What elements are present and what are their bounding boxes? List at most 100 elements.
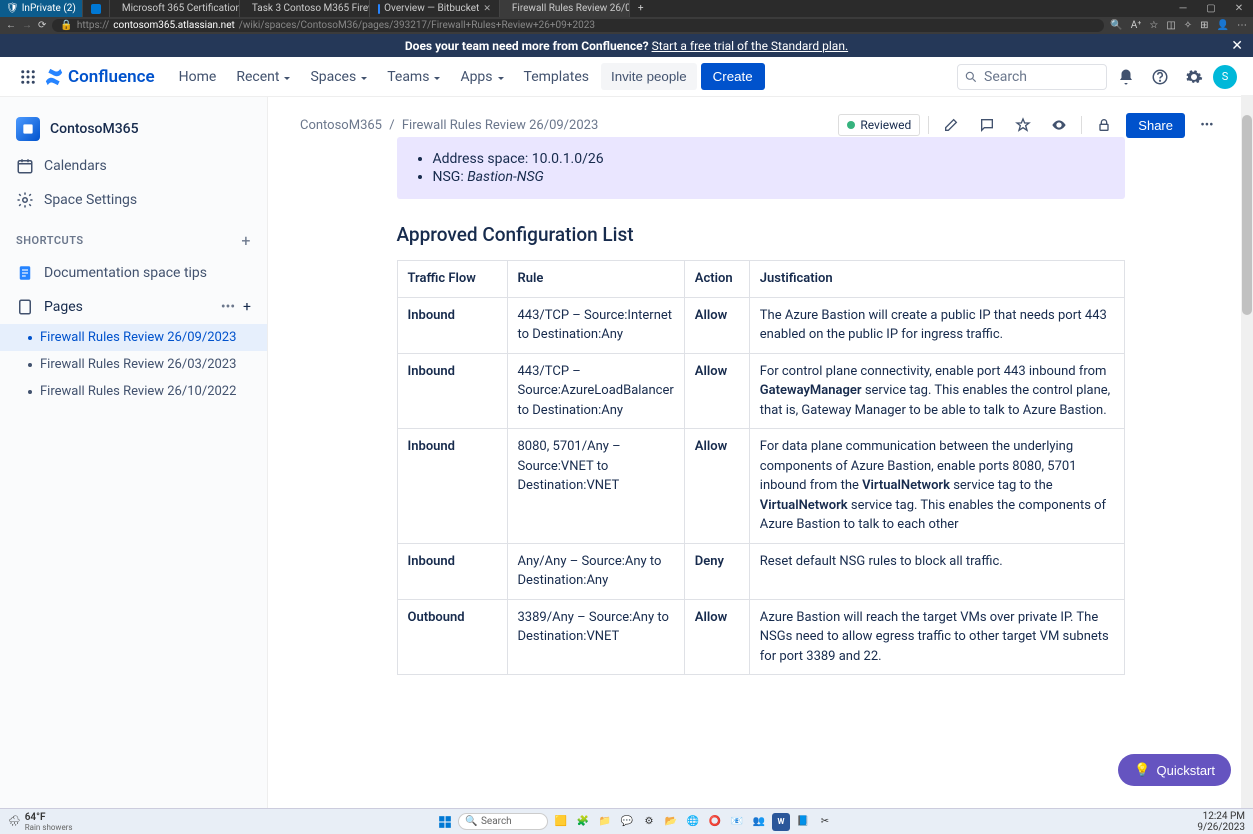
chevron-down-icon [359, 69, 367, 85]
taskbar-weather[interactable]: 🌧 64°F Rain showers [8, 812, 73, 832]
sidebar-calendars[interactable]: Calendars [0, 149, 267, 183]
taskbar-word-icon[interactable]: W [772, 813, 790, 831]
back-icon[interactable]: ← [6, 20, 16, 31]
search-input[interactable]: Search [957, 64, 1107, 90]
split-icon[interactable]: ◫ [1166, 20, 1175, 31]
cell-flow: Inbound [397, 429, 507, 544]
notifications-icon[interactable] [1111, 62, 1141, 92]
scrollbar-thumb[interactable] [1242, 115, 1252, 315]
nav-teams[interactable]: Teams [379, 63, 448, 91]
page-tree-item[interactable]: Firewall Rules Review 26/09/2023 [0, 324, 267, 351]
nav-recent[interactable]: Recent [228, 63, 298, 91]
pages-icon [16, 298, 34, 316]
cell-flow: Outbound [397, 599, 507, 675]
breadcrumb: ContosoM365 / Firewall Rules Review 26/0… [300, 118, 598, 133]
nav-home[interactable]: Home [171, 63, 225, 91]
collections-icon[interactable]: ✧ [1184, 20, 1192, 31]
panel-list-item: Address space: 10.0.1.0/26 [433, 151, 1109, 167]
page-content-scroll[interactable]: Address space: 10.0.1.0/26NSG: Bastion-N… [268, 137, 1253, 808]
taskbar-app-icon[interactable]: 📂 [662, 813, 680, 831]
taskbar-app-icon[interactable]: 🟨 [552, 813, 570, 831]
breadcrumb-page[interactable]: Firewall Rules Review 26/09/2023 [402, 118, 598, 133]
browser-tab-3[interactable]: Firewall Rules Review 26/09/202✕ [500, 0, 630, 17]
taskbar-app-icon[interactable]: 📘 [794, 813, 812, 831]
start-icon[interactable] [436, 813, 454, 831]
nav-spaces[interactable]: Spaces [302, 63, 375, 91]
profile-icon[interactable]: 👤 [1217, 20, 1229, 31]
tab-label: Overview — Bitbucket [384, 3, 479, 14]
favorite-icon[interactable]: ☆ [1149, 20, 1158, 31]
sidebar-space-settings[interactable]: Space Settings [0, 183, 267, 217]
watch-icon[interactable] [1045, 111, 1073, 139]
breadcrumb-space[interactable]: ContosoM365 [300, 118, 382, 133]
taskbar-app-icon[interactable]: 💬 [618, 813, 636, 831]
nav-templates[interactable]: Templates [516, 63, 598, 91]
taskbar-app-icon[interactable]: ⚙ [640, 813, 658, 831]
inprivate-label: InPrivate (2) [22, 3, 76, 14]
taskbar-chrome-icon[interactable]: ⭕ [706, 813, 724, 831]
minimize-icon[interactable]: ─ [1169, 0, 1197, 17]
bullet-icon [28, 363, 32, 367]
banner-close-icon[interactable]: ✕ [1231, 38, 1243, 54]
zoom-icon[interactable]: 🔍 [1110, 20, 1122, 31]
taskbar-snip-icon[interactable]: ✂ [816, 813, 834, 831]
taskbar-app-icon[interactable]: 📁 [596, 813, 614, 831]
settings-icon[interactable] [1179, 62, 1209, 92]
lock-icon: 🔒 [60, 20, 72, 31]
taskbar-outlook-icon[interactable]: 📧 [728, 813, 746, 831]
close-window-icon[interactable]: ✕ [1225, 0, 1253, 17]
page-status-lozenge[interactable]: Reviewed [838, 114, 920, 136]
taskbar-teams-icon[interactable]: 👥 [750, 813, 768, 831]
page-tree-item[interactable]: Firewall Rules Review 26/10/2022 [0, 378, 267, 405]
refresh-icon[interactable]: ⟳ [38, 20, 46, 31]
divider [928, 116, 929, 134]
share-button[interactable]: Share [1126, 113, 1185, 138]
taskbar-search[interactable]: 🔍Search [458, 813, 548, 830]
create-button[interactable]: Create [701, 63, 765, 90]
lightbulb-icon: 💡 [1134, 762, 1150, 778]
read-aloud-icon[interactable]: A⁺ [1131, 20, 1142, 31]
windows-taskbar: 🌧 64°F Rain showers 🔍Search 🟨 🧩 📁 💬 ⚙ 📂 … [0, 808, 1253, 834]
taskbar-edge-icon[interactable]: 🌐 [684, 813, 702, 831]
close-icon[interactable]: ✕ [483, 4, 491, 14]
more-actions-icon[interactable]: ••• [1193, 111, 1221, 139]
window-controls: ─ ▢ ✕ [1169, 0, 1253, 17]
cell-action: Allow [684, 353, 749, 429]
pages-section-header[interactable]: Pages ••• + [0, 290, 267, 324]
user-avatar[interactable]: S [1213, 65, 1237, 89]
edit-icon[interactable] [937, 111, 965, 139]
app-navigation: Confluence Home Recent Spaces Teams Apps… [0, 57, 1253, 97]
extensions-icon[interactable]: ⊞ [1200, 20, 1208, 31]
add-shortcut-icon[interactable]: + [241, 231, 251, 250]
restrictions-icon[interactable] [1090, 111, 1118, 139]
quickstart-button[interactable]: 💡 Quickstart [1118, 754, 1231, 786]
comment-icon[interactable] [973, 111, 1001, 139]
nav-apps[interactable]: Apps [452, 63, 511, 91]
taskbar-clock[interactable]: 12:24 PM 9/26/2023 [1197, 811, 1245, 833]
browser-tab-0[interactable]: Microsoft 365 Certification - Sec✕ [110, 0, 240, 17]
table-row: Inbound8080, 5701/Any – Source:VNET to D… [397, 429, 1124, 544]
banner-link[interactable]: Start a free trial of the Standard plan. [652, 39, 849, 53]
app-switcher-icon[interactable] [16, 65, 40, 89]
shortcut-doc-tips[interactable]: Documentation space tips [0, 256, 267, 290]
page-tree-item[interactable]: Firewall Rules Review 26/03/2023 [0, 351, 267, 378]
add-page-icon[interactable]: + [243, 299, 251, 315]
maximize-icon[interactable]: ▢ [1197, 0, 1225, 17]
space-header[interactable]: ContosoM365 [0, 109, 267, 149]
taskbar-app-icon[interactable]: 🧩 [574, 813, 592, 831]
space-avatar-icon [16, 117, 40, 141]
page-scrollbar[interactable] [1241, 95, 1253, 808]
new-tab-button[interactable]: + [630, 0, 652, 17]
cell-action: Allow [684, 599, 749, 675]
help-icon[interactable] [1145, 62, 1175, 92]
calendar-tab-icon[interactable] [83, 0, 110, 17]
invite-people-button[interactable]: Invite people [601, 63, 697, 90]
browser-tab-2[interactable]: Overview — Bitbucket ✕ [370, 0, 500, 17]
url-field[interactable]: 🔒 https://contosom365.atlassian.net/wiki… [52, 19, 1104, 32]
weather-condition: Rain showers [25, 823, 73, 832]
confluence-logo[interactable]: Confluence [44, 67, 155, 87]
more-actions-icon[interactable]: ••• [221, 299, 235, 315]
more-icon[interactable]: ⋯ [1237, 20, 1247, 31]
browser-tab-1[interactable]: Task 3 Contoso M365 Firewall R✕ [240, 0, 370, 17]
star-icon[interactable] [1009, 111, 1037, 139]
